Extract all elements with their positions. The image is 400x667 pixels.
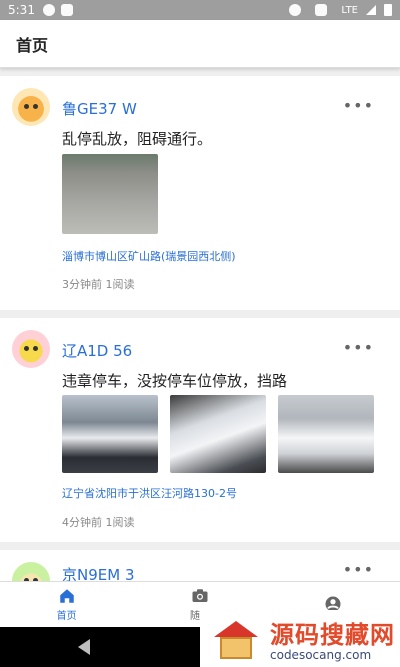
post-card[interactable]: 鲁GE37 W ••• 乱停乱放，阻碍通行。 淄博市博山区矿山路(瑞景园西北侧)… xyxy=(0,76,400,310)
post-feed[interactable]: 鲁GE37 W ••• 乱停乱放，阻碍通行。 淄博市博山区矿山路(瑞景园西北侧)… xyxy=(0,76,400,581)
watermark-en: codesocang.com xyxy=(270,648,372,662)
post-content: 乱停乱放，阻碍通行。 xyxy=(62,130,213,148)
post-meta: 4分钟前 1阅读 xyxy=(62,516,135,529)
home-icon xyxy=(58,587,76,605)
status-bar: 5:31 LTE xyxy=(0,0,400,20)
chick-avatar[interactable] xyxy=(12,330,50,368)
post-photo[interactable] xyxy=(62,154,158,234)
more-options-icon[interactable]: ••• xyxy=(343,338,374,357)
post-card[interactable]: 京N9EM 3 ••• xyxy=(0,550,400,581)
page-title: 首页 xyxy=(16,35,49,55)
watermark-cn: 源码搜藏网 xyxy=(270,621,395,649)
post-photo[interactable] xyxy=(170,395,266,473)
signal-icon xyxy=(366,5,376,15)
camera-icon xyxy=(191,587,209,605)
post-photo[interactable] xyxy=(278,395,374,473)
sd-card-icon xyxy=(60,4,73,16)
cat-avatar[interactable] xyxy=(12,88,50,126)
post-content: 违章停车，没按停车位停放，挡路 xyxy=(62,372,288,390)
more-options-icon[interactable]: ••• xyxy=(343,560,374,579)
post-plate[interactable]: 京N9EM 3 xyxy=(62,564,135,581)
nav-home-label: 首页 xyxy=(56,611,77,622)
location-icon xyxy=(289,4,302,16)
app-bar: 首页 xyxy=(0,20,400,68)
house-roof xyxy=(214,620,258,637)
sprout-avatar[interactable] xyxy=(12,562,50,581)
avatar-eye xyxy=(33,104,38,109)
status-time: 5:31 xyxy=(8,3,35,17)
post-plate[interactable]: 鲁GE37 W xyxy=(62,98,137,119)
vibrate-icon xyxy=(315,4,328,16)
status-right-group: LTE xyxy=(289,4,392,16)
avatar-eye xyxy=(33,346,38,351)
post-card[interactable]: 辽A1D 56 ••• 违章停车，没按停车位停放，挡路 辽宁省沈阳市于洪区汪河路… xyxy=(0,318,400,542)
watermark: 源码搜藏网 codesocang.com xyxy=(200,610,400,667)
post-photo[interactable] xyxy=(62,395,158,473)
house-body xyxy=(220,636,252,659)
back-icon[interactable] xyxy=(78,639,90,655)
nav-home[interactable]: 首页 xyxy=(0,582,133,627)
avatar-eye xyxy=(24,104,29,109)
post-address[interactable]: 淄博市博山区矿山路(瑞景园西北侧) xyxy=(62,248,236,264)
post-meta: 3分钟前 1阅读 xyxy=(62,278,135,291)
battery-icon xyxy=(384,4,392,16)
watermark-text: 源码搜藏网 codesocang.com xyxy=(270,615,395,662)
post-plate[interactable]: 辽A1D 56 xyxy=(62,340,132,361)
more-options-icon[interactable]: ••• xyxy=(343,96,374,115)
network-label: LTE xyxy=(341,4,358,16)
notification-icon xyxy=(42,4,55,16)
avatar-eye xyxy=(24,346,29,351)
house-logo-icon xyxy=(208,615,264,663)
post-address[interactable]: 辽宁省沈阳市于洪区汪河路130-2号 xyxy=(62,485,237,501)
